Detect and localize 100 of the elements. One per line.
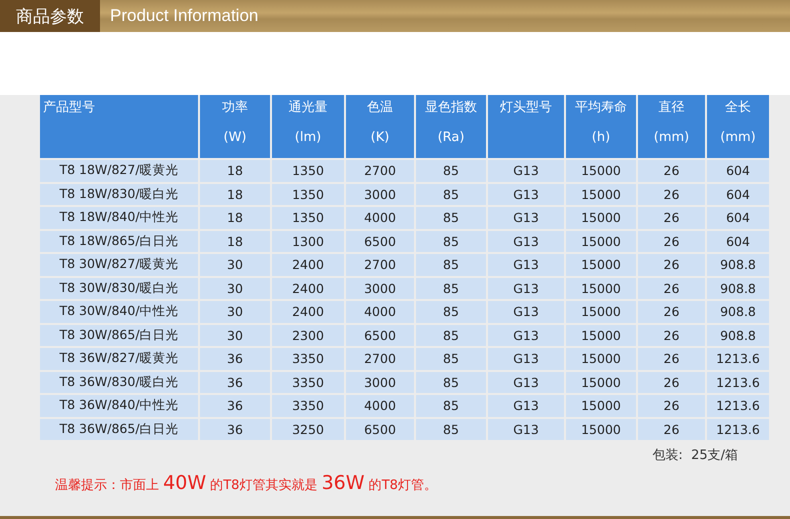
table-cell: 30 bbox=[200, 301, 270, 322]
table-cell: 15000 bbox=[566, 372, 636, 393]
table-cell: 3000 bbox=[346, 184, 414, 205]
table-cell: 4000 bbox=[346, 395, 414, 416]
table-cell: 3350 bbox=[272, 348, 344, 370]
header-label: 功率 bbox=[222, 99, 248, 117]
table-cell: G13 bbox=[488, 418, 564, 440]
table-cell: 85 bbox=[416, 372, 486, 393]
table-cell: 2400 bbox=[272, 254, 344, 276]
table-cell: T8 36W/865/白日光 bbox=[40, 418, 198, 440]
table-cell: 2300 bbox=[272, 324, 344, 346]
header-unit: (lm) bbox=[294, 129, 322, 147]
table-cell: 1213.6 bbox=[707, 395, 769, 416]
table-cell: 1350 bbox=[272, 160, 344, 182]
table-cell: 18 bbox=[200, 160, 270, 182]
table-cell: 26 bbox=[638, 184, 705, 205]
table-cell: 85 bbox=[416, 418, 486, 440]
table-cell: G13 bbox=[488, 184, 564, 205]
table-cell: 26 bbox=[638, 254, 705, 276]
table-cell: 85 bbox=[416, 278, 486, 299]
table-cell: T8 18W/865/白日光 bbox=[40, 230, 198, 252]
section-subtitle: Product Information bbox=[109, 5, 258, 27]
table-cell: 2700 bbox=[346, 348, 414, 370]
header-label: 产品型号 bbox=[43, 99, 95, 117]
table-cell: G13 bbox=[488, 278, 564, 299]
table-cell: T8 36W/830/暖白光 bbox=[40, 372, 198, 393]
table-cell: 36 bbox=[200, 395, 270, 416]
header-unit: (h) bbox=[592, 129, 610, 147]
table-cell: 1350 bbox=[272, 207, 344, 228]
table-cell: 3350 bbox=[272, 372, 344, 393]
table-cell: 18 bbox=[200, 184, 270, 205]
table-cell: 6500 bbox=[346, 324, 414, 346]
table-cell: 85 bbox=[416, 160, 486, 182]
table-cell: 2400 bbox=[272, 301, 344, 322]
header-label: 平均寿命 bbox=[575, 99, 627, 117]
table-cell: 15000 bbox=[566, 348, 636, 370]
table-cell: 30 bbox=[200, 254, 270, 276]
table-cell: 604 bbox=[707, 160, 769, 182]
table-cell: 85 bbox=[416, 230, 486, 252]
table-cell: G13 bbox=[488, 207, 564, 228]
table-cell: 15000 bbox=[566, 207, 636, 228]
notice-text: 温馨提示：市面上 40W 的T8灯管其实就是 36W 的T8灯管。 bbox=[55, 472, 438, 494]
header-unit: (mm) bbox=[654, 129, 690, 147]
header-unit: (mm) bbox=[720, 129, 756, 147]
table-cell: T8 18W/840/中性光 bbox=[40, 207, 198, 228]
header-label: 灯头型号 bbox=[500, 99, 552, 117]
table-cell: 6500 bbox=[346, 230, 414, 252]
table-cell: G13 bbox=[488, 254, 564, 276]
table-cell: 2700 bbox=[346, 160, 414, 182]
packing-note: 包装: 25支/箱 bbox=[652, 447, 738, 464]
table-cell: 30 bbox=[200, 324, 270, 346]
table-cell: 18 bbox=[200, 207, 270, 228]
table-cell: 15000 bbox=[566, 395, 636, 416]
table-cell: 36 bbox=[200, 348, 270, 370]
header-label: 直径 bbox=[658, 99, 684, 117]
table-cell: 908.8 bbox=[707, 301, 769, 322]
table-cell: 26 bbox=[638, 230, 705, 252]
table-cell: 18 bbox=[200, 230, 270, 252]
table-cell: G13 bbox=[488, 160, 564, 182]
table-cell: G13 bbox=[488, 301, 564, 322]
header-unit: (Ra) bbox=[438, 129, 464, 147]
table-cell: 26 bbox=[638, 395, 705, 416]
header-unit: (K) bbox=[370, 129, 390, 147]
table-cell: G13 bbox=[488, 324, 564, 346]
table-cell: 3000 bbox=[346, 278, 414, 299]
table-cell: 15000 bbox=[566, 230, 636, 252]
table-cell: T8 30W/865/白日光 bbox=[40, 324, 198, 346]
table-cell: 3250 bbox=[272, 418, 344, 440]
table-cell: 26 bbox=[638, 348, 705, 370]
table-cell: 15000 bbox=[566, 160, 636, 182]
table-cell: 1213.6 bbox=[707, 372, 769, 393]
table-cell: 4000 bbox=[346, 301, 414, 322]
table-cell: 3350 bbox=[272, 395, 344, 416]
table-cell: G13 bbox=[488, 230, 564, 252]
table-cell: T8 30W/830/暖白光 bbox=[40, 278, 198, 299]
table-cell: 1350 bbox=[272, 184, 344, 205]
table-cell: 15000 bbox=[566, 301, 636, 322]
table-cell: 908.8 bbox=[707, 254, 769, 276]
table-cell: 15000 bbox=[566, 278, 636, 299]
table-cell: 604 bbox=[707, 230, 769, 252]
section-title: 商品参数 bbox=[0, 0, 100, 32]
table-cell: T8 30W/840/中性光 bbox=[40, 301, 198, 322]
table-cell: G13 bbox=[488, 395, 564, 416]
table-cell: 3000 bbox=[346, 372, 414, 393]
table-cell: 15000 bbox=[566, 184, 636, 205]
table-cell: 2400 bbox=[272, 278, 344, 299]
header-label: 显色指数 bbox=[425, 99, 477, 117]
table-cell: T8 30W/827/暖黄光 bbox=[40, 254, 198, 276]
table-cell: 26 bbox=[638, 324, 705, 346]
table-cell: 6500 bbox=[346, 418, 414, 440]
table-cell: T8 18W/830/暖白光 bbox=[40, 184, 198, 205]
table-cell: 15000 bbox=[566, 418, 636, 440]
table-cell: 26 bbox=[638, 207, 705, 228]
table-cell: 26 bbox=[638, 301, 705, 322]
header-label: 色温 bbox=[367, 99, 393, 117]
table-cell: 1213.6 bbox=[707, 348, 769, 370]
table-cell: 85 bbox=[416, 184, 486, 205]
table-cell: 26 bbox=[638, 372, 705, 393]
header-label: 全长 bbox=[725, 99, 751, 117]
table-cell: 2700 bbox=[346, 254, 414, 276]
